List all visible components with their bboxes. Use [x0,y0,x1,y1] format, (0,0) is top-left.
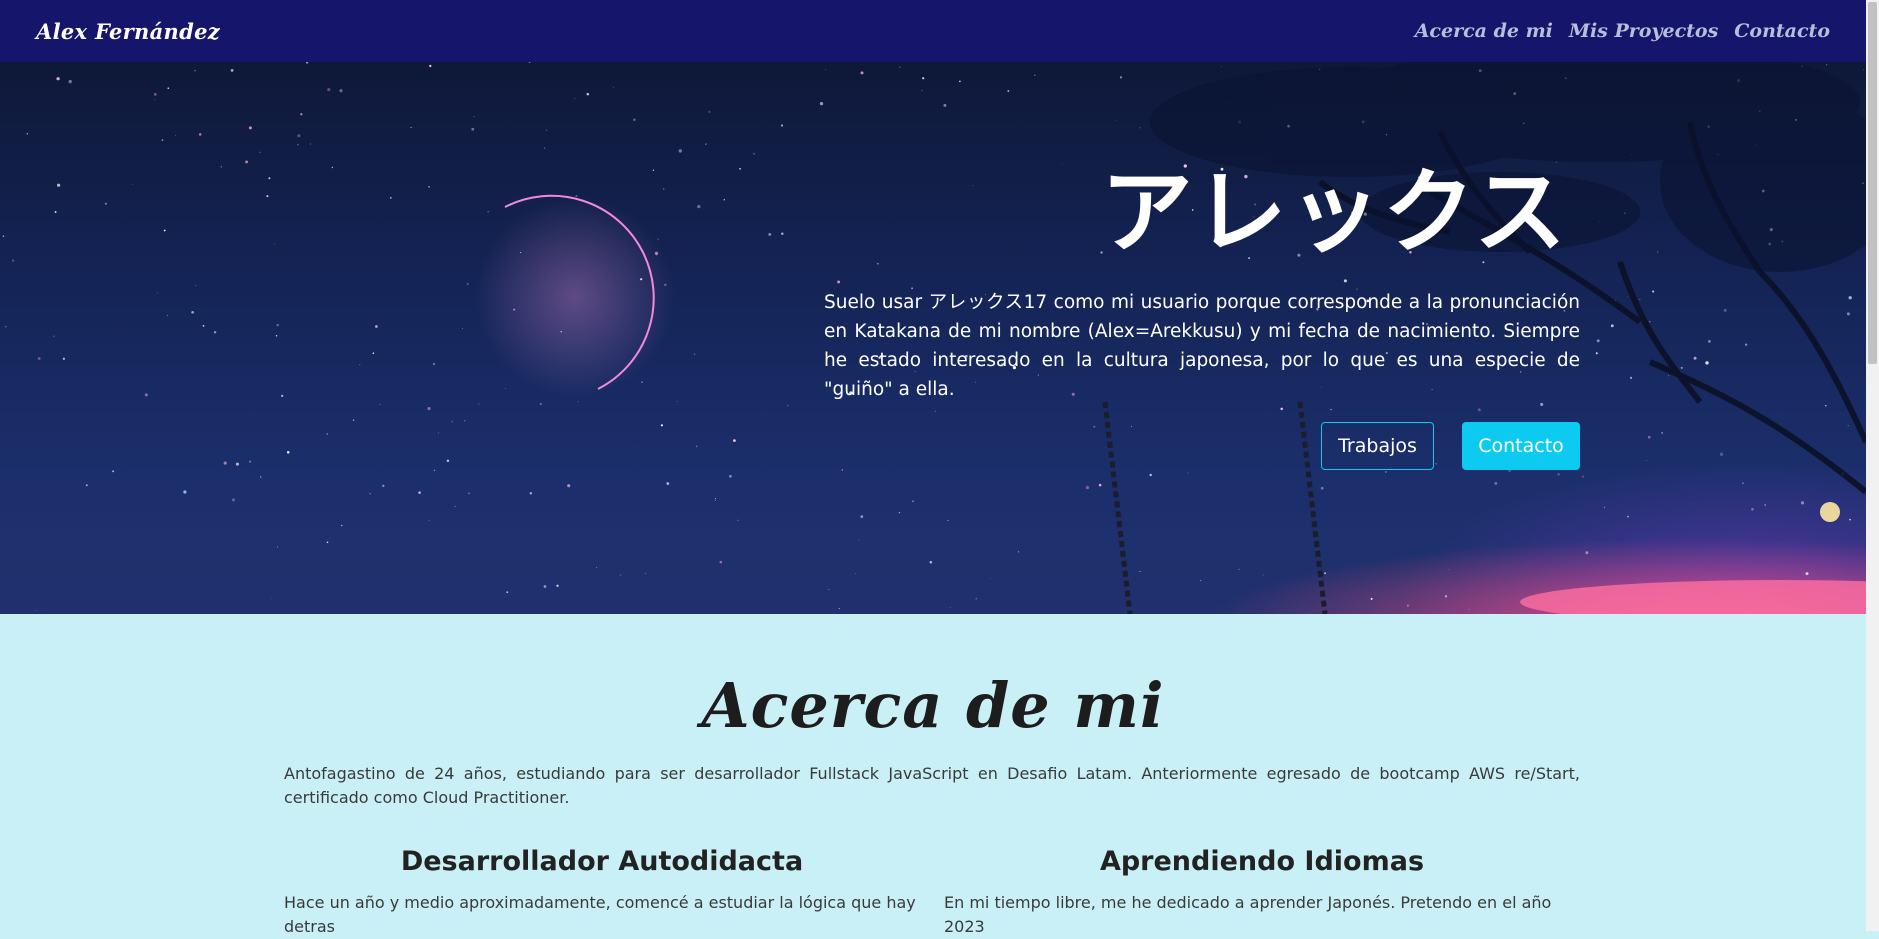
brand-link[interactable]: Alex Fernández [36,19,220,44]
contact-button[interactable]: Contacto [1462,422,1580,470]
column-text: En mi tiempo libre, me he dedicado a apr… [944,893,1552,936]
nav-link-contact[interactable]: Contacto [1734,20,1830,42]
hero-section: アレックス Suelo usar アレックス17 como mi usuario… [0,62,1866,614]
column-text: Hace un año y medio aproximadamente, com… [284,893,916,936]
hero-title: アレックス [1100,159,1568,266]
scrollbar-thumb[interactable] [1868,2,1877,364]
works-button[interactable]: Trabajos [1321,422,1434,470]
column-heading: Desarrollador Autodidacta [400,846,804,877]
crescent-moon-icon [475,194,675,397]
hero-description: Suelo usar アレックス17 como mi usuario porqu… [824,292,1580,400]
nav-links: Acerca de mi Mis Proyectos Contacto [1415,20,1830,42]
swing-chains [1102,401,1328,614]
about-column-developer: Desarrollador Autodidacta Hace un año y … [284,846,920,939]
horizon-glow [1520,502,1866,614]
nav-link-about[interactable]: Acerca de mi [1415,20,1553,42]
nav-link-projects[interactable]: Mis Proyectos [1569,20,1718,42]
about-section: Acerca de mi Antofagastino de 24 años, e… [0,614,1866,936]
about-column-languages: Aprendiendo Idiomas En mi tiempo libre, … [944,846,1580,939]
navbar: Alex Fernández Acerca de mi Mis Proyecto… [0,0,1866,62]
about-title: Acerca de mi [701,669,1165,742]
page-scrollbar[interactable] [1866,0,1879,931]
column-heading: Aprendiendo Idiomas [1099,846,1425,877]
about-intro: Antofagastino de 24 años, estudiando par… [284,764,1580,807]
